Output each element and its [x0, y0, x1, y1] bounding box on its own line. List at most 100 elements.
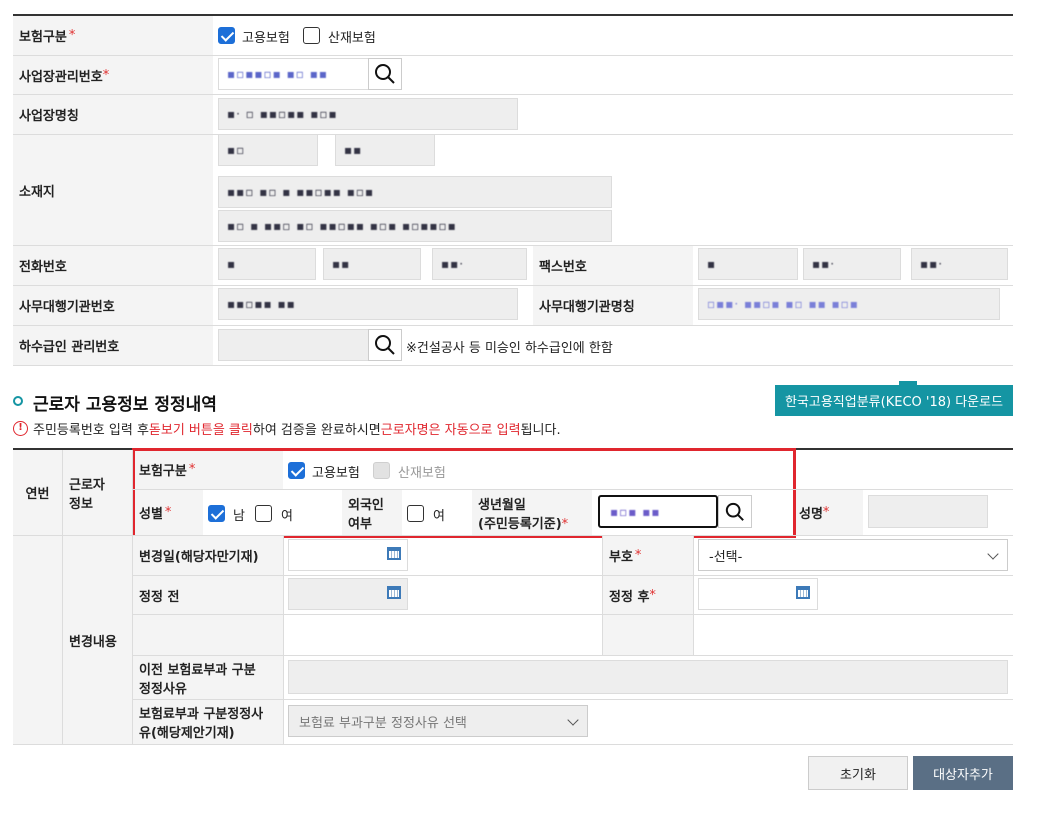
- reason-line-2: 유(해당제안기재): [139, 726, 235, 741]
- subcontractor-text: 하수급인 관리번호: [19, 340, 120, 355]
- reset-button[interactable]: 초기화: [808, 756, 908, 790]
- calendar-icon[interactable]: [796, 586, 810, 599]
- keco-download-button[interactable]: 한국고용직업분류(KECO '18) 다운로드: [775, 385, 1013, 416]
- industrial-insurance-checkbox[interactable]: [303, 27, 320, 44]
- empty-label-left: [133, 615, 283, 655]
- fax-3-input: ▪▪·: [911, 248, 1008, 280]
- fax-2-value: ▪▪·: [812, 257, 836, 271]
- prev-reason-line-1: 이전 보험료부과 구분: [139, 662, 256, 678]
- insurance-type-label: 보험구분 *: [13, 16, 213, 55]
- prev-reason-input: [288, 660, 1008, 694]
- sign-label: 부호 *: [603, 536, 693, 575]
- agency-no-value: ▪▪▫▪▪ ▪▪: [227, 297, 296, 311]
- reason-label: 보험료부과 구분정정사 유(해당제안기재): [133, 700, 283, 744]
- agency-name-input: ▫▪▪· ▪▪▫▪ ▪▫ ▪▪ ▪▫▪: [698, 288, 1000, 320]
- address-text: 소재지: [19, 184, 55, 200]
- notice-line: ! 주민등록번호 입력 후 돋보기 버튼을 클릭 하여 검증을 완료하시면 근로자…: [13, 419, 561, 438]
- highlight-box: [132, 448, 796, 538]
- search-icon: [375, 64, 395, 84]
- fax-text: 팩스번호: [539, 260, 587, 275]
- agency-no-label: 사무대행기관번호: [13, 286, 213, 325]
- worker-info-line-1: 근로자: [69, 477, 105, 493]
- fax-3-value: ▪▪·: [920, 257, 944, 271]
- address-line-1-input: ▪▪▫ ▪▫ ▪ ▪▪▫▪▪ ▪▫▪: [218, 176, 612, 208]
- section-title: 근로자 고용정보 정정내역: [33, 395, 217, 415]
- worker-info-line-2: 정보: [69, 496, 93, 512]
- agency-name-text: 사무대행기관명칭: [539, 300, 635, 315]
- chevron-down-icon: [567, 714, 579, 726]
- zipcode-2-input: ▪▪: [335, 134, 435, 166]
- notice-suffix: 됩니다.: [520, 423, 561, 438]
- notice-prefix: 주민등록번호 입력 후: [33, 423, 149, 438]
- notice-red-1: 돋보기 버튼을 클릭: [148, 423, 253, 438]
- phone-1-input: ▪: [218, 248, 316, 280]
- workplace-search-button[interactable]: [368, 58, 402, 90]
- reason-select-placeholder: 보험료 부과구분 정정사유 선택: [299, 715, 467, 731]
- subcontractor-search-button[interactable]: [368, 329, 402, 361]
- add-target-button[interactable]: 대상자추가: [913, 756, 1013, 790]
- alert-circle-icon: !: [13, 421, 28, 436]
- keco-download-label: 한국고용직업분류(KECO '18) 다운로드: [784, 395, 1004, 410]
- agency-name-value: ▫▪▪· ▪▪▫▪ ▪▫ ▪▪ ▪▫▪: [707, 297, 859, 311]
- after-label: 정정 후 *: [603, 576, 693, 614]
- agency-no-input: ▪▪▫▪▪ ▪▪: [218, 288, 518, 320]
- subcontractor-label: 하수급인 관리번호: [13, 326, 213, 365]
- zipcode-1-value: ▪▫: [227, 143, 246, 157]
- change-date-label: 변경일(해당자만기재): [133, 536, 283, 575]
- workplace-no-label: 사업장관리번호 *: [13, 56, 213, 94]
- fax-1-input: ▪: [698, 248, 798, 280]
- reason-select: 보험료 부과구분 정정사유 선택: [288, 705, 588, 737]
- name-text: 성명: [799, 507, 823, 522]
- search-icon: [375, 335, 395, 355]
- address-line-2-input: ▪▫ ▪ ▪▪▫ ▪▫ ▪▪▫▪▪ ▪▫▪ ▪▫▪▪▫▪: [218, 210, 612, 242]
- after-text: 정정 후: [609, 589, 650, 605]
- workplace-name-label: 사업장명칭: [13, 95, 213, 134]
- change-content-label: 변경내용: [63, 536, 132, 744]
- prev-reason-line-2: 정정사유: [139, 681, 187, 697]
- agency-name-label: 사무대행기관명칭: [533, 286, 693, 325]
- employment-insurance-option: 고용보험: [242, 31, 290, 46]
- phone-3-value: ▪▪·: [441, 257, 465, 271]
- empty-label-right: [603, 615, 693, 655]
- download-tab-notch: [899, 381, 917, 387]
- notice-mid: 하여 검증을 완료하시면: [252, 423, 381, 438]
- fax-label: 팩스번호: [533, 246, 693, 285]
- workplace-name-value: ▪· ▫ ▪▪▫▪▪ ▪▫▪: [227, 107, 338, 121]
- add-target-button-label: 대상자추가: [933, 767, 993, 783]
- reset-button-label: 초기화: [840, 767, 876, 783]
- workplace-name-input: ▪· ▫ ▪▪▫▪▪ ▪▫▪: [218, 98, 518, 130]
- bullet-circle-icon: [13, 396, 23, 406]
- address-label: 소재지: [13, 135, 213, 245]
- seq-body-cell: [13, 536, 62, 744]
- change-content-text: 변경내용: [69, 634, 117, 650]
- phone-3-input: ▪▪·: [432, 248, 527, 280]
- subcontractor-input[interactable]: [218, 329, 368, 361]
- fax-1-value: ▪: [707, 257, 717, 271]
- workplace-no-value: ▪▫▪▪▫▪ ▪▫ ▪▪: [227, 67, 328, 81]
- insurance-type-text: 보험구분: [19, 30, 67, 45]
- before-label: 정정 전: [133, 576, 283, 614]
- chevron-down-icon: [987, 548, 999, 560]
- notice-red-2: 근로자명은 자동으로 입력: [380, 423, 521, 438]
- zipcode-2-value: ▪▪: [344, 143, 363, 157]
- prev-reason-label: 이전 보험료부과 구분 정정사유: [133, 656, 283, 699]
- address-line-1-value: ▪▪▫ ▪▫ ▪ ▪▪▫▪▪ ▪▫▪: [227, 185, 375, 199]
- address-line-2-value: ▪▫ ▪ ▪▪▫ ▪▫ ▪▪▫▪▪ ▪▫▪ ▪▫▪▪▫▪: [227, 219, 457, 233]
- employment-insurance-checkbox[interactable]: [218, 27, 235, 44]
- phone-2-input: ▪▪: [323, 248, 421, 280]
- sign-select[interactable]: -선택-: [698, 539, 1008, 571]
- reason-line-1: 보험료부과 구분정정사: [139, 707, 264, 722]
- name-label: 성명 *: [793, 490, 863, 535]
- phone-1-value: ▪: [227, 257, 237, 271]
- sign-text: 부호: [609, 550, 633, 565]
- phone-2-value: ▪▪: [332, 257, 351, 271]
- sign-select-value: -선택-: [709, 549, 743, 565]
- workplace-no-input[interactable]: ▪▫▪▪▫▪ ▪▫ ▪▪: [218, 58, 368, 90]
- calendar-icon[interactable]: [387, 547, 401, 560]
- phone-text: 전화번호: [19, 260, 67, 275]
- phone-label: 전화번호: [13, 246, 213, 285]
- zipcode-1-input: ▪▫: [218, 134, 318, 166]
- change-date-text: 변경일(해당자만기재): [139, 550, 259, 565]
- worker-info-header: 근로자 정보: [63, 450, 132, 535]
- subcontractor-note: ※건설공사 등 미승인 하수급인에 한함: [406, 341, 613, 356]
